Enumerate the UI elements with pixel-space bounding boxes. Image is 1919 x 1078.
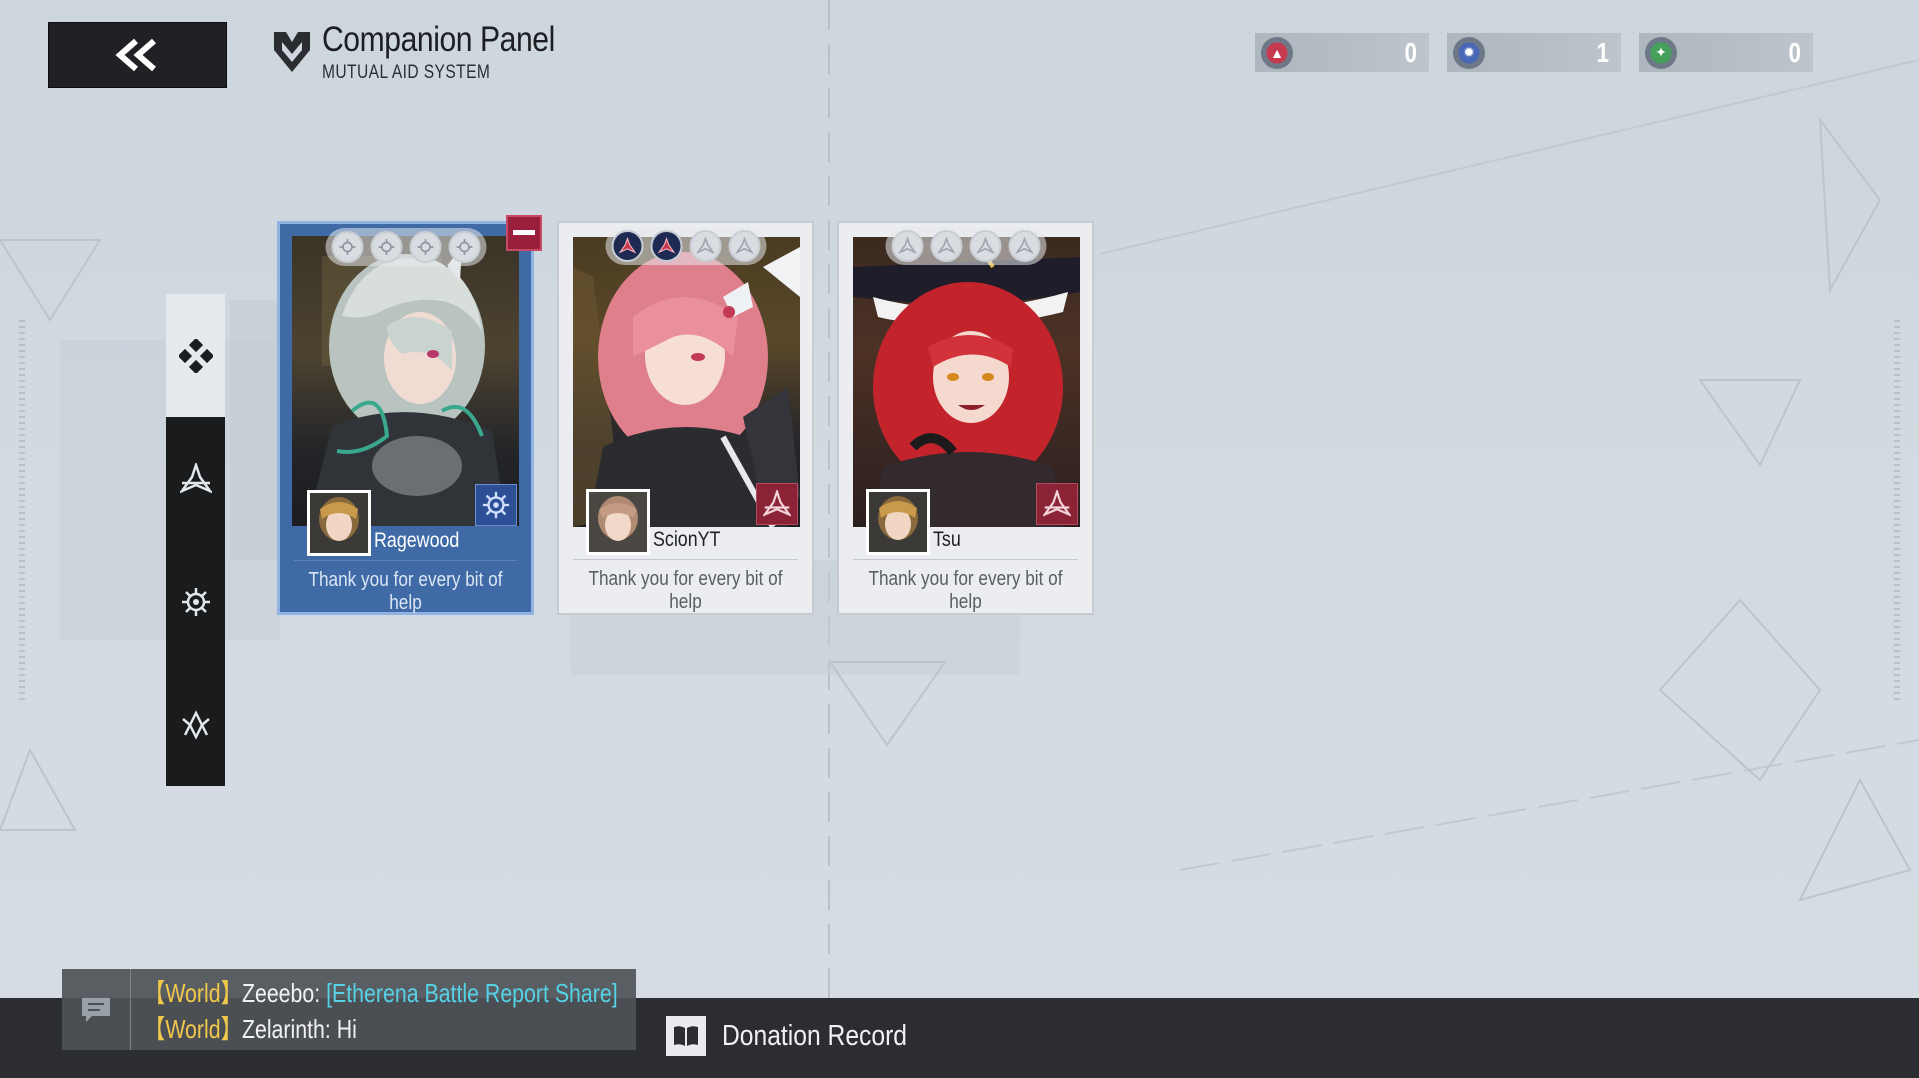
assault-class-icon — [756, 483, 798, 525]
assault-class-icon — [179, 462, 212, 493]
chat-message: 【World】Zelarinth: Hi — [144, 1009, 357, 1046]
companion-card-tsu[interactable]: Tsu Thank you for every bit of help — [837, 221, 1094, 615]
card-divider — [853, 559, 1078, 560]
chat-sender: Zelarinth: — [241, 1014, 331, 1044]
chat-share-link[interactable]: [Etherena Battle Report Share] — [326, 978, 618, 1008]
back-button[interactable] — [48, 22, 227, 88]
owner-avatar — [307, 490, 371, 556]
skill-slot-empty-icon — [409, 231, 441, 263]
owner-name: ScionYT — [653, 528, 721, 551]
skill-slot-empty-icon — [891, 230, 923, 262]
skill-slot-empty-icon — [689, 230, 721, 262]
skill-slots — [885, 227, 1046, 265]
owner-name: Ragewood — [374, 529, 460, 552]
chat-channel: 【World】 — [144, 978, 242, 1008]
skill-slot-filled-icon — [650, 230, 682, 262]
skill-slot-empty-icon — [728, 230, 760, 262]
character-portrait — [292, 236, 519, 526]
tab-assault[interactable] — [166, 417, 225, 540]
page-title: Companion Panel — [322, 20, 555, 59]
class-filter-tabs — [166, 294, 225, 786]
page-subtitle: MUTUAL AID SYSTEM — [322, 62, 491, 83]
chat-channel: 【World】 — [144, 1014, 242, 1044]
chat-bubble-icon — [82, 997, 110, 1022]
tab-all-classes[interactable] — [166, 294, 225, 417]
double-chevron-left-icon — [114, 38, 156, 72]
skill-slot-empty-icon — [370, 231, 402, 263]
currency-value: 0 — [1404, 36, 1418, 68]
currency-red[interactable]: ▲ 0 — [1255, 33, 1429, 72]
green-crest-emblem-icon: ✦ — [1645, 36, 1677, 69]
tab-vanguard[interactable] — [166, 663, 225, 786]
skill-slot-empty-icon — [1008, 230, 1040, 262]
companion-emblem-icon — [274, 32, 310, 72]
gear-sun-class-icon — [181, 587, 210, 616]
open-book-icon — [666, 1016, 706, 1056]
donation-record-button[interactable]: Donation Record — [666, 1016, 940, 1056]
remove-companion-button[interactable] — [506, 215, 542, 251]
companion-card-ragewood[interactable]: Ragewood Thank you for every bit of help — [277, 221, 534, 615]
chat-preview[interactable]: 【World】Zeeebo: [Etherena Battle Report S… — [62, 969, 636, 1050]
skill-slots — [605, 227, 766, 265]
thanks-message: Thank you for every bit of help — [868, 568, 1063, 613]
owner-name: Tsu — [933, 528, 961, 551]
chat-message: 【World】Zeeebo: [Etherena Battle Report S… — [144, 973, 618, 1010]
skill-slot-empty-icon — [448, 231, 480, 263]
owner-avatar — [866, 489, 930, 555]
card-divider — [294, 560, 517, 561]
skill-slots — [325, 228, 486, 266]
blue-crest-emblem-icon: ✹ — [1453, 36, 1485, 69]
currency-value: 0 — [1788, 36, 1802, 68]
thanks-message: Thank you for every bit of help — [308, 569, 503, 614]
tab-support[interactable] — [166, 540, 225, 663]
skill-slot-empty-icon — [969, 230, 1001, 262]
skill-slot-filled-icon — [611, 230, 643, 262]
chat-sender: Zeeebo: — [241, 978, 321, 1008]
thanks-message: Thank you for every bit of help — [588, 568, 783, 613]
companion-card-sciontyt[interactable]: ScionYT Thank you for every bit of help — [557, 221, 814, 615]
assault-class-icon — [1036, 483, 1078, 525]
donation-record-label: Donation Record — [722, 1019, 907, 1052]
chat-text: Hi — [336, 1014, 357, 1044]
currency-value: 1 — [1596, 36, 1610, 68]
skill-slot-empty-icon — [331, 231, 363, 263]
card-divider — [573, 559, 798, 560]
currency-blue[interactable]: ✹ 1 — [1447, 33, 1621, 72]
wing-crest-class-icon — [181, 709, 210, 740]
diamond-cluster-icon — [178, 338, 213, 373]
chat-button[interactable] — [62, 969, 131, 1050]
owner-avatar — [586, 489, 650, 555]
gear-sun-class-icon — [475, 484, 517, 526]
red-assault-emblem-icon: ▲ — [1261, 36, 1293, 69]
skill-slot-empty-icon — [930, 230, 962, 262]
minus-icon — [513, 230, 535, 235]
currency-green[interactable]: ✦ 0 — [1639, 33, 1813, 72]
